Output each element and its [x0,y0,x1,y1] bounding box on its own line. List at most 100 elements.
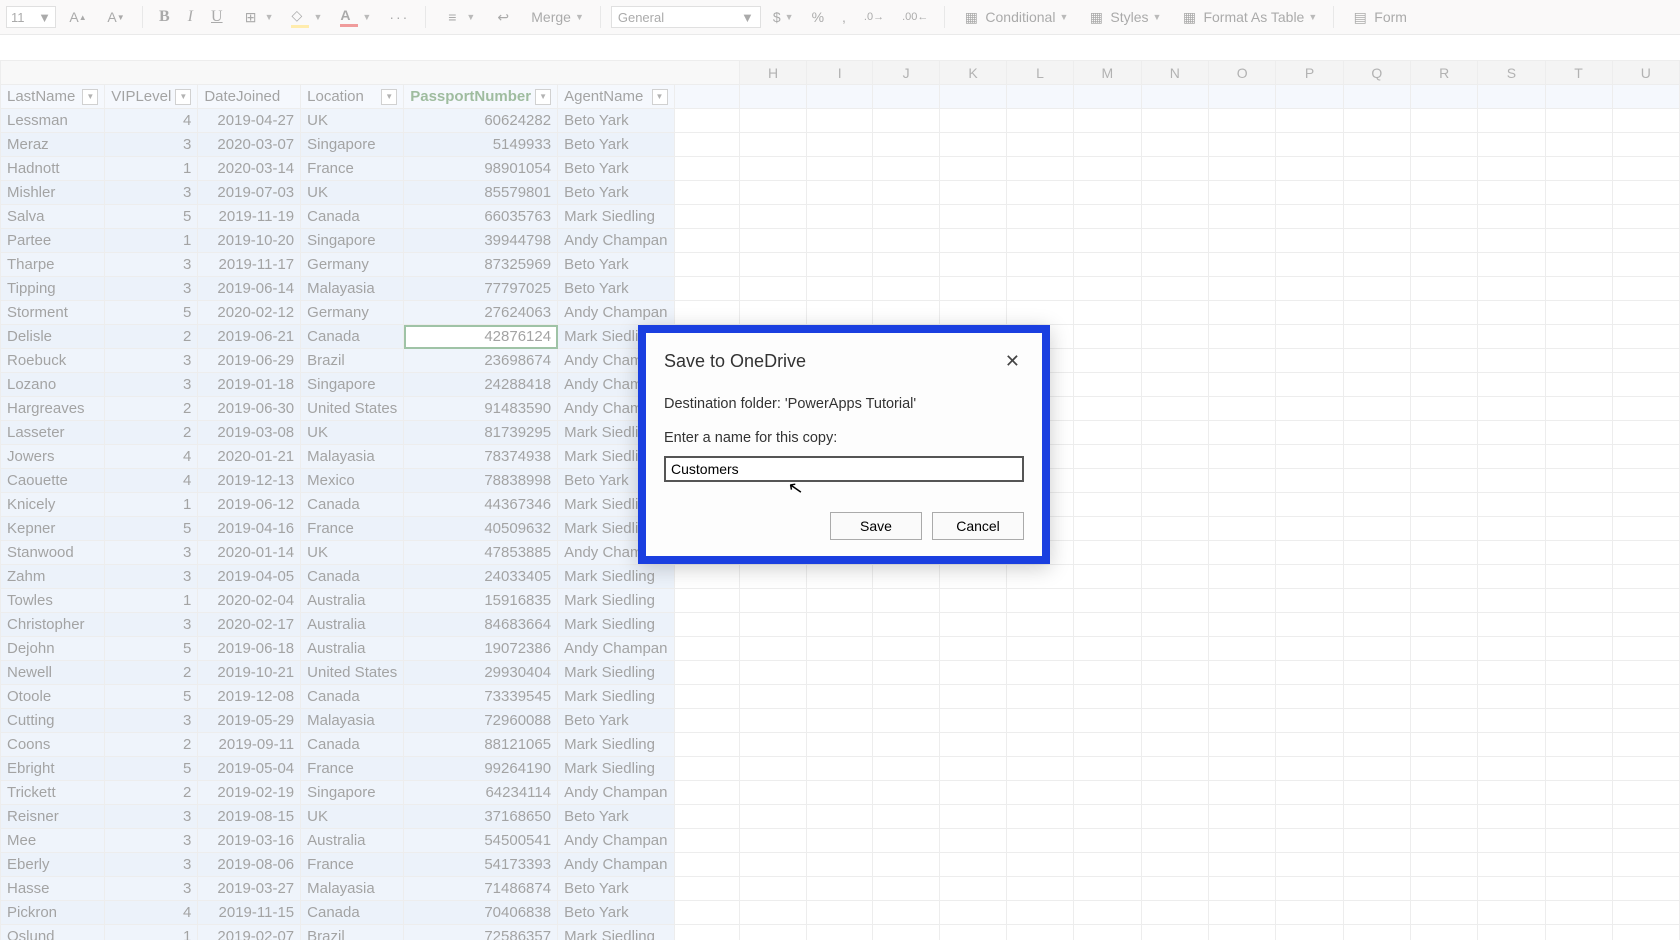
empty-cell[interactable] [739,733,806,757]
empty-cell[interactable] [1612,445,1679,469]
empty-cell[interactable] [807,205,873,229]
empty-cell[interactable] [1276,901,1343,925]
bold-button[interactable]: B [153,6,176,28]
table-row[interactable]: Pickron42019-11-15Canada70406838Beto Yar… [1,901,1680,925]
empty-cell[interactable] [674,229,739,253]
empty-cell[interactable] [1074,709,1142,733]
empty-cell[interactable] [1545,133,1612,157]
cell-loc[interactable]: UK [301,181,404,205]
cell-loc[interactable]: France [301,757,404,781]
empty-cell[interactable] [674,829,739,853]
empty-cell[interactable] [1208,853,1275,877]
cell-agent[interactable]: Beto Yark [558,877,674,901]
cell-pass[interactable]: 54173393 [404,853,558,877]
col-letter[interactable]: U [1612,61,1679,85]
empty-cell[interactable] [1208,421,1275,445]
empty-cell[interactable] [1208,733,1275,757]
cell-vip[interactable]: 5 [105,301,198,325]
empty-cell[interactable] [1411,805,1478,829]
empty-cell[interactable] [674,709,739,733]
empty-cell[interactable] [1141,445,1208,469]
cell-vip[interactable]: 2 [105,397,198,421]
table-row[interactable]: Mishler32019-07-03UK85579801Beto Yark [1,181,1680,205]
empty-cell[interactable] [1074,205,1142,229]
cell-date[interactable]: 2019-12-13 [198,469,301,493]
empty-cell[interactable] [1343,157,1410,181]
empty-cell[interactable] [1141,157,1208,181]
cell-lastName[interactable]: Hasse [1,877,105,901]
cell-lastName[interactable]: Meraz [1,133,105,157]
empty-cell[interactable] [1478,565,1545,589]
cell-vip[interactable]: 2 [105,781,198,805]
empty-cell[interactable] [1545,613,1612,637]
cell-loc[interactable]: Singapore [301,133,404,157]
empty-cell[interactable] [674,205,739,229]
empty-cell[interactable] [739,589,806,613]
cell-date[interactable]: 2019-07-03 [198,181,301,205]
empty-cell[interactable] [1208,181,1275,205]
empty-cell[interactable] [1208,637,1275,661]
empty-cell[interactable] [674,733,739,757]
cell-vip[interactable]: 3 [105,373,198,397]
empty-cell[interactable] [1141,829,1208,853]
table-row[interactable]: Tharpe32019-11-17Germany87325969Beto Yar… [1,253,1680,277]
empty-cell[interactable] [1478,373,1545,397]
empty-cell[interactable] [739,661,806,685]
cell-pass[interactable]: 37168650 [404,805,558,829]
empty-cell[interactable] [873,757,940,781]
cell-date[interactable]: 2019-06-18 [198,637,301,661]
currency-button[interactable]: $▼ [767,7,800,27]
cell-loc[interactable]: France [301,157,404,181]
cell-date[interactable]: 2019-03-16 [198,829,301,853]
cell-agent[interactable]: Mark Siedling [558,925,674,940]
empty-cell[interactable] [1545,469,1612,493]
empty-cell[interactable] [1343,877,1410,901]
cell-lastName[interactable]: Delisle [1,325,105,349]
borders-button[interactable]: ⊞▼ [235,6,280,28]
empty-cell[interactable] [1612,325,1679,349]
empty-cell[interactable] [1478,781,1545,805]
cell-lastName[interactable]: Jowers [1,445,105,469]
empty-cell[interactable] [939,829,1006,853]
font-color-button[interactable]: A▼ [334,5,377,29]
table-row[interactable]: Hasse32019-03-27Malayasia71486874Beto Ya… [1,877,1680,901]
empty-cell[interactable] [1612,637,1679,661]
empty-cell[interactable] [873,181,940,205]
cell-lastName[interactable]: Storment [1,301,105,325]
empty-cell[interactable] [1007,685,1074,709]
empty-cell[interactable] [873,133,940,157]
empty-cell[interactable] [873,853,940,877]
empty-cell[interactable] [1276,757,1343,781]
cell-lastName[interactable]: Towles [1,589,105,613]
empty-cell[interactable] [1612,109,1679,133]
cell-vip[interactable]: 3 [105,613,198,637]
cell-loc[interactable]: Singapore [301,229,404,253]
cell-loc[interactable]: Malayasia [301,877,404,901]
cell-lastName[interactable]: Roebuck [1,349,105,373]
table-row[interactable]: Dejohn52019-06-18Australia19072386Andy C… [1,637,1680,661]
empty-cell[interactable] [674,781,739,805]
empty-cell[interactable] [807,853,873,877]
empty-cell[interactable] [1208,781,1275,805]
empty-cell[interactable] [1411,301,1478,325]
empty-cell[interactable] [1208,301,1275,325]
empty-cell[interactable] [1007,829,1074,853]
filter-button[interactable]: ▼ [652,89,668,105]
empty-cell[interactable] [1141,613,1208,637]
empty-cell[interactable] [739,901,806,925]
empty-cell[interactable] [1343,733,1410,757]
cell-pass[interactable]: 5149933 [404,133,558,157]
empty-cell[interactable] [1343,229,1410,253]
empty-cell[interactable] [1545,157,1612,181]
empty-cell[interactable] [1276,613,1343,637]
cell-vip[interactable]: 3 [105,565,198,589]
empty-cell[interactable] [1411,445,1478,469]
empty-cell[interactable] [1545,493,1612,517]
empty-cell[interactable] [1545,757,1612,781]
cell-vip[interactable]: 5 [105,637,198,661]
empty-cell[interactable] [807,229,873,253]
empty-cell[interactable] [739,133,806,157]
empty-cell[interactable] [1343,901,1410,925]
cell-date[interactable]: 2019-12-08 [198,685,301,709]
empty-cell[interactable] [1612,661,1679,685]
